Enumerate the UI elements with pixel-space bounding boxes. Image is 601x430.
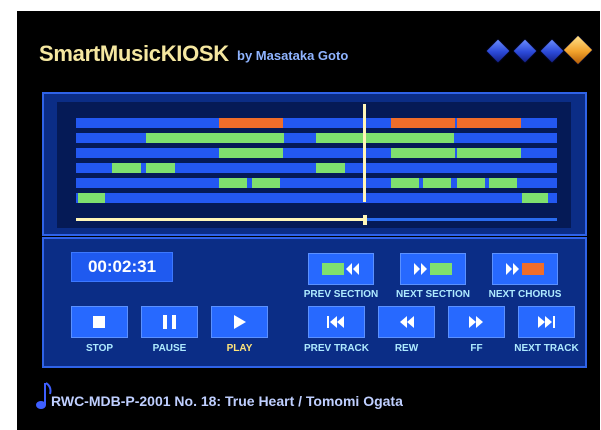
repeated-section[interactable] [423, 178, 451, 188]
pause-label: PAUSE [152, 343, 187, 354]
prev-track-label: PREV TRACK [303, 343, 369, 354]
chorus-segment[interactable] [219, 118, 283, 128]
repeated-section[interactable] [489, 178, 517, 188]
now-playing: RWC-MDB-P-2001 No. 18: True Heart / Tomo… [35, 381, 575, 409]
play-button[interactable] [211, 306, 268, 338]
chorus-segment[interactable] [391, 118, 455, 128]
blue-gem-icon [540, 39, 564, 63]
blue-gem-icon [486, 39, 510, 63]
repeated-section[interactable] [391, 148, 455, 158]
repeated-section[interactable] [316, 133, 454, 143]
music-map-panel [42, 92, 587, 236]
music-map[interactable] [57, 102, 571, 228]
section-row [76, 133, 557, 143]
stop-button[interactable] [71, 306, 128, 338]
repeated-section[interactable] [146, 133, 284, 143]
progress-knob[interactable] [363, 215, 367, 225]
app-screen: SmartMusicKIOSK by Masataka Goto 00:02:3… [17, 11, 600, 430]
section-row [76, 178, 557, 188]
repeated-section[interactable] [219, 148, 283, 158]
gold-gem-icon [563, 35, 593, 65]
prev-section-icon [322, 263, 359, 275]
ff-button[interactable] [448, 306, 505, 338]
section-row [76, 193, 557, 203]
ff-label: FF [470, 343, 483, 354]
blue-gem-icon [513, 39, 537, 63]
fast-forward-icon [469, 316, 483, 328]
repeated-section[interactable] [391, 178, 419, 188]
stop-label: STOP [85, 343, 114, 354]
stop-icon [93, 316, 105, 328]
repeated-section[interactable] [78, 193, 105, 203]
app-author: by Masataka Goto [237, 48, 349, 63]
prev-track-button[interactable] [308, 306, 365, 338]
next-track-label: NEXT TRACK [514, 343, 579, 354]
next-track-icon [538, 316, 555, 328]
repeated-section[interactable] [457, 148, 521, 158]
chorus-segment[interactable] [457, 118, 521, 128]
repeated-section[interactable] [457, 178, 485, 188]
prev-section-label: PREV SECTION [303, 289, 379, 300]
rewind-icon [400, 316, 414, 328]
gem-icons [482, 35, 593, 67]
next-section-label: NEXT SECTION [396, 289, 470, 300]
track-title: RWC-MDB-P-2001 No. 18: True Heart / Tomo… [51, 393, 403, 409]
time-display: 00:02:31 [71, 252, 173, 282]
repeated-section[interactable] [252, 178, 280, 188]
rew-button[interactable] [378, 306, 435, 338]
section-row [76, 118, 557, 128]
next-chorus-icon [506, 263, 544, 275]
rew-label: REW [394, 343, 419, 354]
progress-remaining [366, 218, 557, 221]
next-chorus-label: NEXT CHORUS [488, 289, 562, 300]
repeated-section[interactable] [316, 163, 345, 173]
repeated-section[interactable] [522, 193, 548, 203]
repeated-section[interactable] [219, 178, 247, 188]
playhead[interactable] [363, 104, 366, 202]
app-title: SmartMusicKIOSK [39, 41, 229, 66]
repeated-section[interactable] [112, 163, 141, 173]
next-track-button[interactable] [518, 306, 575, 338]
prev-track-icon [327, 316, 344, 328]
pause-icon [163, 315, 176, 329]
progress-elapsed [76, 218, 366, 221]
next-section-button[interactable] [400, 253, 466, 285]
repeated-section[interactable] [146, 163, 175, 173]
next-chorus-button[interactable] [492, 253, 558, 285]
prev-section-button[interactable] [308, 253, 374, 285]
play-label: PLAY [226, 343, 253, 354]
section-row [76, 163, 557, 173]
section-row [76, 148, 557, 158]
next-section-icon [414, 263, 452, 275]
play-icon [234, 315, 246, 329]
controls-panel: 00:02:31 PREV SECTION NEXT SECTION NEXT … [42, 237, 587, 368]
pause-button[interactable] [141, 306, 198, 338]
